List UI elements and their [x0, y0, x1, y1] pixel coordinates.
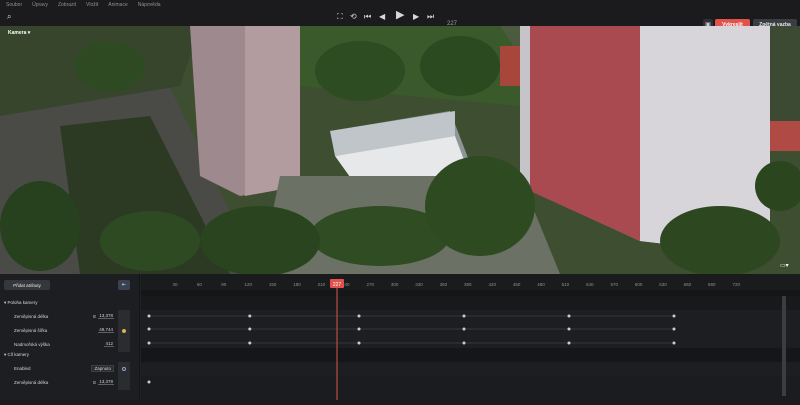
tick-label: 660: [684, 282, 692, 287]
group-title: ▾ Cíl kamery: [4, 352, 30, 357]
skip-start-icon[interactable]: ⏮: [364, 13, 371, 21]
tick-label: 480: [537, 282, 545, 287]
value-field[interactable]: 49,744: [98, 327, 114, 333]
tick-label: 720: [732, 282, 740, 287]
loop-icon[interactable]: ⟲: [350, 13, 357, 21]
keyframe-toggle-target[interactable]: [118, 376, 130, 390]
keyframe-point[interactable]: [462, 327, 466, 331]
step-forward-icon[interactable]: ▶: [413, 13, 419, 21]
row-label: Zeměpisná šířka: [14, 328, 48, 333]
tick-label: 570: [610, 282, 618, 287]
keyframe-point[interactable]: [672, 314, 676, 318]
value-field[interactable]: E 13,378: [93, 379, 114, 385]
search-icon[interactable]: ⌕: [7, 13, 11, 21]
group-camera-target-title: Cíl kamery: [7, 352, 30, 357]
tick-label: 690: [708, 282, 716, 287]
value-prefix: E: [93, 313, 97, 319]
tick-label: 360: [440, 282, 448, 287]
timeline-panel: Přidat atributy ⇤ ▾ Poloha kamery Zeměpi…: [0, 274, 800, 400]
enabled-select[interactable]: Zapnuto: [91, 365, 114, 372]
tick-label: 60: [197, 282, 203, 287]
tick-label: 330: [415, 282, 423, 287]
tick-label: 510: [562, 282, 570, 287]
row-label: Zeměpisná délka: [14, 380, 49, 385]
keyframe-point[interactable]: [357, 327, 361, 331]
fullscreen-icon[interactable]: ⛶: [337, 13, 343, 21]
menu-upravy[interactable]: Úpravy: [32, 2, 48, 8]
keyframe-point[interactable]: [567, 327, 571, 331]
add-attributes-button[interactable]: Přidat atributy: [4, 280, 50, 290]
menu-soubor[interactable]: Soubor: [6, 2, 22, 8]
tick-label: 450: [513, 282, 521, 287]
keyframe-point[interactable]: [147, 341, 151, 345]
keyframe-point[interactable]: [357, 341, 361, 345]
keyframe-point[interactable]: [462, 314, 466, 318]
tick-label: 150: [269, 282, 277, 287]
timeline-track[interactable]: 30 60 90 120 150 180 210 240 270 300 330 360 390 420 4…: [141, 274, 800, 400]
keyframe-point[interactable]: [567, 341, 571, 345]
row-label: Zeměpisná délka: [14, 314, 49, 319]
row-label: Nadmořská výška: [14, 342, 50, 347]
tick-label: 120: [244, 282, 252, 287]
value-prefix: E: [93, 379, 97, 385]
keyframe-point[interactable]: [147, 327, 151, 331]
value-number[interactable]: 13,378: [98, 379, 114, 385]
keyframe-toggle-group[interactable]: [118, 310, 130, 352]
value-field[interactable]: 412: [104, 341, 114, 347]
row-label: Enabled: [14, 366, 31, 371]
value-field[interactable]: Zapnuto: [91, 365, 114, 372]
group-title: ▾ Poloha kamery: [4, 300, 38, 305]
camera-dropdown[interactable]: Kamera ▾: [8, 30, 30, 36]
keyframe-diamond-icon[interactable]: [122, 367, 126, 371]
tick-label: 300: [391, 282, 399, 287]
group-camera-position-title: Poloha kamery: [7, 300, 38, 305]
keyframe-diamond-icon[interactable]: [122, 329, 126, 333]
group-camera-target[interactable]: ▾ Cíl kamery: [0, 348, 140, 362]
play-icon[interactable]: ▶: [396, 10, 404, 21]
menu-animace[interactable]: Animace: [108, 2, 127, 8]
tick-label: 390: [464, 282, 472, 287]
tick-label: 600: [635, 282, 643, 287]
skip-end-icon[interactable]: ⏭: [427, 13, 434, 21]
playhead-label: 227: [333, 282, 342, 288]
keyframe-point[interactable]: [248, 341, 252, 345]
timeline-svg: 30 60 90 120 150 180 210 240 270 300 330 360 390 420 4…: [141, 274, 800, 400]
tick-label: 420: [488, 282, 496, 287]
keyframe-point[interactable]: [357, 314, 361, 318]
tick-label: 30: [172, 282, 178, 287]
tick-label: 540: [586, 282, 594, 287]
keyframe-toggle-enabled[interactable]: [118, 362, 130, 376]
step-back-icon[interactable]: ◀: [379, 13, 385, 21]
value-number[interactable]: 412: [104, 341, 114, 347]
attributes-panel: Přidat atributy ⇤ ▾ Poloha kamery Zeměpi…: [0, 274, 140, 400]
tick-label: 90: [221, 282, 227, 287]
map-viewport[interactable]: Kamera ▾ ▭▾: [0, 26, 800, 274]
menu-napoveda[interactable]: Nápověda: [138, 2, 161, 8]
value-field[interactable]: E 13,378: [93, 313, 114, 319]
tick-label: 630: [659, 282, 667, 287]
value-number[interactable]: 13,378: [98, 313, 114, 319]
menu-vlozit[interactable]: Vložit: [86, 2, 98, 8]
value-number[interactable]: 49,744: [98, 327, 114, 333]
keyframe-point[interactable]: [147, 380, 151, 384]
keyframe-point[interactable]: [462, 341, 466, 345]
keyframe-point[interactable]: [147, 314, 151, 318]
menu-bar: Soubor Úpravy Zobrazit Vložit Animace Ná…: [0, 0, 800, 9]
menu-zobrazit[interactable]: Zobrazit: [58, 2, 76, 8]
keyframe-point[interactable]: [567, 314, 571, 318]
keyframe-point[interactable]: [672, 341, 676, 345]
timeline-scrollbar[interactable]: [782, 296, 786, 396]
viewport-menu-icon[interactable]: ▭▾: [780, 262, 789, 269]
tick-label: 270: [366, 282, 374, 287]
group-camera-position[interactable]: ▾ Poloha kamery: [0, 296, 140, 310]
keyframe-point[interactable]: [672, 327, 676, 331]
tick-label: 180: [293, 282, 301, 287]
keyframe-point[interactable]: [248, 327, 252, 331]
collapse-panel-icon[interactable]: ⇤: [118, 280, 130, 290]
toolbar: ⌕ ⛶ ⟲ ⏮ ◀ ▶ ▶ ⏭ 227 ▣ Vykreslit Zpětná v…: [0, 9, 800, 30]
keyframe-point[interactable]: [248, 314, 252, 318]
camera-label: Kamera: [8, 30, 27, 36]
tick-label: 210: [318, 282, 326, 287]
aerial-scene: [0, 26, 800, 274]
